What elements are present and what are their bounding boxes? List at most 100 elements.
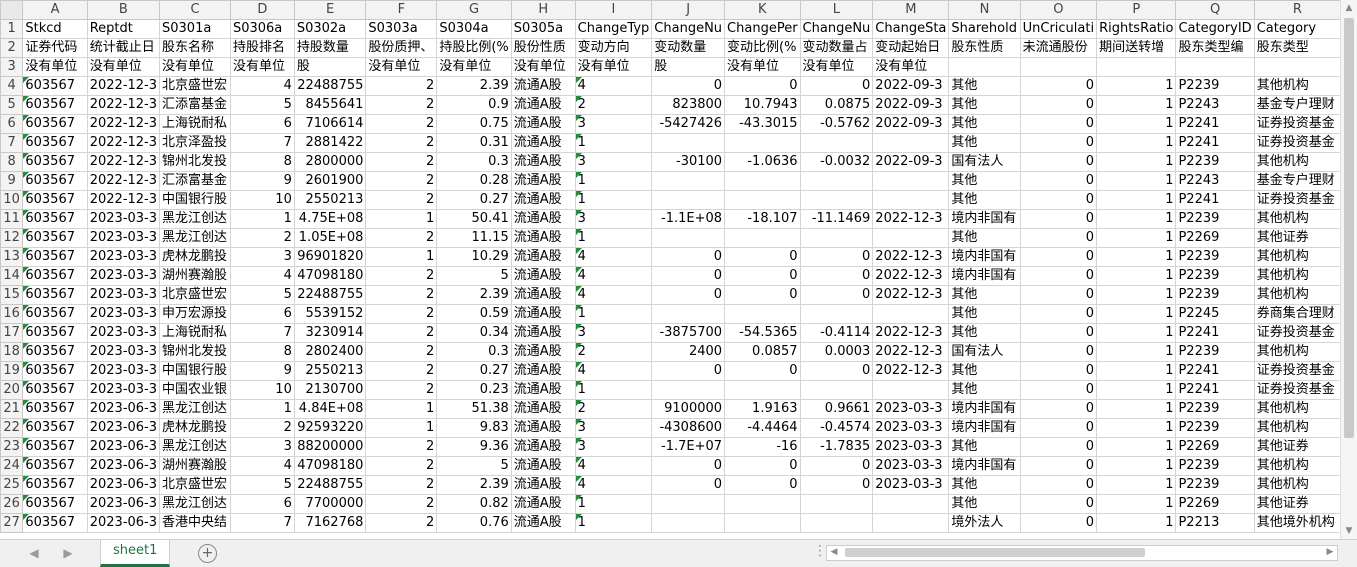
column-header-g[interactable]: G [436, 0, 512, 20]
cell[interactable] [799, 190, 874, 210]
column-header-e[interactable]: E [293, 0, 367, 20]
cell[interactable]: 2022-12-3 [86, 190, 161, 210]
cell[interactable] [872, 228, 950, 248]
cell[interactable]: 0.9 [436, 95, 512, 115]
cell[interactable]: 9 [229, 171, 295, 191]
cell[interactable]: 0 [799, 247, 874, 267]
cell[interactable] [799, 513, 874, 533]
cell[interactable]: 其他 [948, 323, 1021, 343]
cell[interactable]: CategoryID [1175, 19, 1255, 39]
cell[interactable]: 其他 [948, 190, 1021, 210]
cell[interactable]: 1 [1096, 228, 1177, 248]
cell[interactable]: Stkcd [22, 19, 88, 39]
row-header[interactable]: 27 [0, 513, 24, 533]
cell[interactable]: 9.83 [436, 418, 512, 438]
cell[interactable]: 0 [651, 266, 726, 286]
cell[interactable]: 1 [574, 513, 653, 533]
cell[interactable]: 0 [799, 76, 874, 96]
next-arrow-icon[interactable]: ▶ [60, 545, 76, 561]
cell[interactable]: 1 [574, 304, 653, 324]
cell[interactable]: 3230914 [293, 323, 367, 343]
cell[interactable]: 其他机构 [1253, 266, 1341, 286]
column-header-f[interactable]: F [365, 0, 438, 20]
cell[interactable]: 股东性质 [948, 38, 1021, 58]
cell[interactable]: 其他机构 [1253, 152, 1341, 172]
cell[interactable] [872, 190, 950, 210]
cell[interactable]: 6 [229, 304, 295, 324]
column-header-h[interactable]: H [510, 0, 576, 20]
cell[interactable]: 中国银行股 [159, 190, 231, 210]
cell[interactable]: 2023-06-3 [86, 437, 161, 457]
cell[interactable]: 603567 [22, 76, 88, 96]
cell[interactable]: 其他机构 [1253, 342, 1341, 362]
cell[interactable]: 2400 [651, 342, 726, 362]
row-header[interactable]: 1 [0, 19, 24, 39]
row-header[interactable]: 21 [0, 399, 24, 419]
cell[interactable]: P2243 [1175, 95, 1255, 115]
cell[interactable] [1019, 57, 1098, 77]
cell[interactable]: 603567 [22, 323, 88, 343]
column-header-i[interactable]: I [574, 0, 653, 20]
cell[interactable]: -4.4464 [724, 418, 801, 438]
cell[interactable]: 1 [1096, 209, 1177, 229]
cell[interactable]: 2.39 [436, 76, 512, 96]
cell[interactable]: 锦州北发投 [159, 152, 231, 172]
cell[interactable]: 2130700 [293, 380, 367, 400]
cell[interactable]: 北京泽盈投 [159, 133, 231, 153]
cell[interactable] [651, 190, 726, 210]
cell[interactable]: 北京盛世宏 [159, 475, 231, 495]
cell[interactable]: 2800000 [293, 152, 367, 172]
cell[interactable]: 2022-09-3 [872, 152, 950, 172]
cell[interactable]: 其他 [948, 361, 1021, 381]
cell[interactable]: 4.84E+08 [293, 399, 367, 419]
cell[interactable]: 2023-03-3 [86, 304, 161, 324]
cell[interactable]: 股份质押、 [365, 38, 438, 58]
cell[interactable]: 0 [724, 247, 801, 267]
cell[interactable]: 11.15 [436, 228, 512, 248]
cell[interactable]: 其他机构 [1253, 456, 1341, 476]
cell[interactable]: 3 [574, 114, 653, 134]
prev-arrow-icon[interactable]: ◀ [26, 545, 42, 561]
cell[interactable]: Category [1253, 19, 1341, 39]
cell[interactable]: 0.0003 [799, 342, 874, 362]
cell[interactable]: 2 [365, 456, 438, 476]
cell[interactable]: 持股排名 [229, 38, 295, 58]
horizontal-scrollbar[interactable]: ◀ ▶ [826, 545, 1338, 561]
row-header[interactable]: 14 [0, 266, 24, 286]
cell[interactable] [724, 304, 801, 324]
cell[interactable]: 湖州赛瀚股 [159, 266, 231, 286]
cell[interactable]: 境内非国有 [948, 418, 1021, 438]
cell[interactable]: 2 [365, 285, 438, 305]
cell[interactable]: 1 [1096, 95, 1177, 115]
cell[interactable]: 变动方向 [574, 38, 653, 58]
cell[interactable]: 0 [1019, 266, 1098, 286]
cell[interactable]: 5 [229, 95, 295, 115]
cell[interactable]: 0 [1019, 190, 1098, 210]
cell[interactable]: P2243 [1175, 171, 1255, 191]
cell[interactable] [724, 494, 801, 514]
vertical-scrollbar[interactable]: ▲ ▼ [1340, 0, 1357, 539]
cell[interactable]: 0 [1019, 152, 1098, 172]
cell[interactable]: 0 [1019, 456, 1098, 476]
row-header[interactable]: 24 [0, 456, 24, 476]
cell[interactable]: -0.4574 [799, 418, 874, 438]
cell[interactable]: P2241 [1175, 361, 1255, 381]
cell[interactable]: 中国农业银 [159, 380, 231, 400]
cell[interactable]: 流通A股 [510, 152, 576, 172]
column-header-q[interactable]: Q [1175, 0, 1255, 20]
column-header-d[interactable]: D [229, 0, 295, 20]
cell[interactable]: 流通A股 [510, 342, 576, 362]
cell[interactable]: 流通A股 [510, 228, 576, 248]
cell[interactable]: 其他证券 [1253, 494, 1341, 514]
cell[interactable]: 证券投资基金 [1253, 361, 1341, 381]
column-header-n[interactable]: N [948, 0, 1021, 20]
column-header-b[interactable]: B [86, 0, 161, 20]
cell[interactable]: 其他 [948, 114, 1021, 134]
cell[interactable]: 黑龙江创达 [159, 437, 231, 457]
cell[interactable]: P2241 [1175, 380, 1255, 400]
row-header[interactable]: 2 [0, 38, 24, 58]
cell[interactable]: 证券代码 [22, 38, 88, 58]
cell[interactable]: 5 [436, 456, 512, 476]
row-header[interactable]: 8 [0, 152, 24, 172]
cell[interactable]: P2269 [1175, 437, 1255, 457]
